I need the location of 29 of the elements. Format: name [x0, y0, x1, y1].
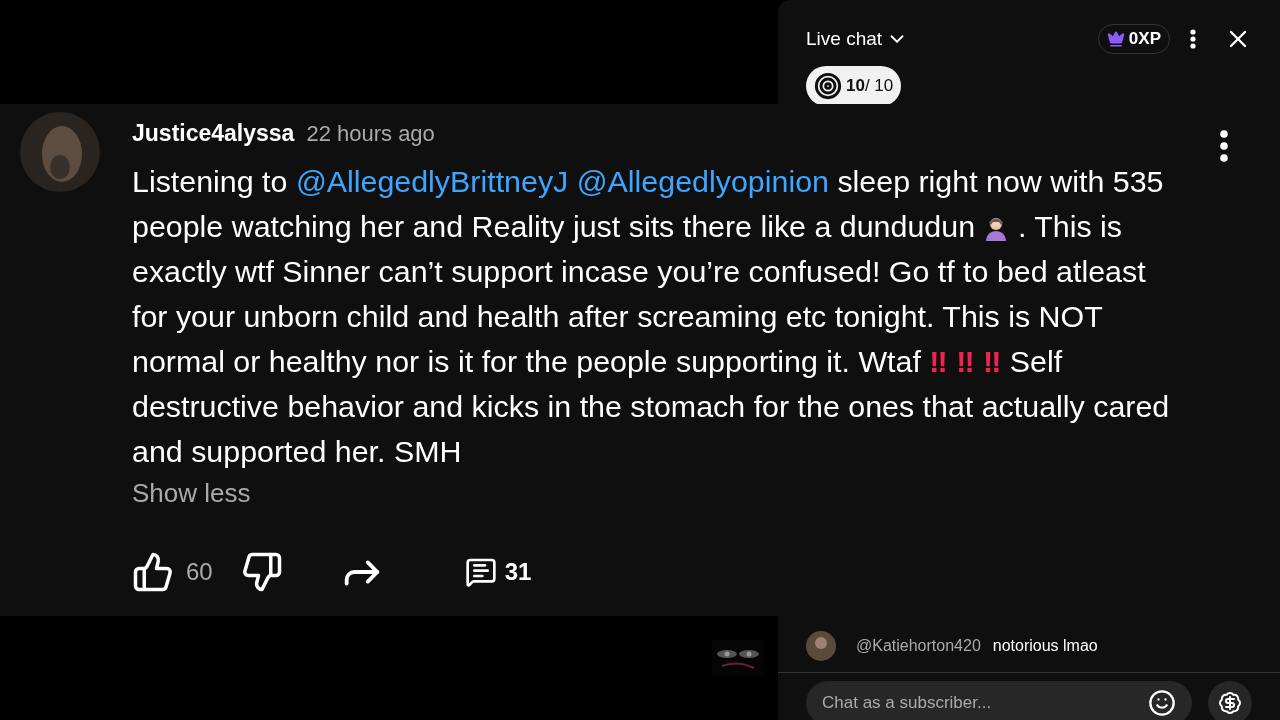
- dislike-button[interactable]: [240, 550, 283, 593]
- comment-author[interactable]: Justice4alyssa: [132, 116, 295, 151]
- chat-author[interactable]: @Katiehorton420: [856, 634, 981, 658]
- crown-icon: [1106, 30, 1125, 48]
- chat-message: notorious lmao: [992, 636, 1098, 656]
- chat-input[interactable]: Chat as a subscriber...: [806, 680, 1192, 720]
- comment-text: Listening to @AllegedlyBrittneyJ @Allegedlyopinion sleep right now with 535 people watching her and Reality just sits there like a dundudun . This is exactly wtf Sinner can’t support incase you’re confused! Go tf to bed atleast for your unborn child and health after screaming etc tonight. This is NOT normal or healthy nor is it for the people supporting it. Wtaf ‼ ‼ ‼ Self destructive behavior and kicks in the stomach for the ones that actually cared and supported her. SMH: [132, 162, 1171, 470]
- chat-mode-dropdown[interactable]: Live chat: [806, 24, 909, 54]
- thumbs-down-icon: [240, 550, 283, 593]
- double-exclamation-icon: ‼: [929, 343, 957, 378]
- target-icon: [814, 72, 842, 100]
- more-icon: [1190, 29, 1196, 49]
- replies-button[interactable]: 31: [464, 553, 532, 590]
- avatar: [806, 631, 836, 661]
- mention-link[interactable]: @Allegedlyopinion: [576, 163, 829, 198]
- super-chat-button[interactable]: [1208, 680, 1252, 720]
- more-button[interactable]: [1220, 130, 1228, 162]
- dollar-icon: [1218, 690, 1242, 715]
- double-exclamation-icon: ‼: [982, 343, 1002, 378]
- double-exclamation-icon: ‼: [956, 343, 983, 378]
- mention-link[interactable]: @AllegedlyBrittneyJ: [295, 163, 577, 198]
- like-button[interactable]: [132, 550, 174, 593]
- comment-time[interactable]: 22 hours ago: [306, 117, 435, 150]
- show-less-link[interactable]: Show less: [132, 473, 251, 513]
- chat-input-field[interactable]: Chat as a subscriber...: [822, 689, 1148, 716]
- like-count: 60: [186, 556, 213, 587]
- more-icon: [1220, 130, 1228, 162]
- thumbs-up-icon: [132, 550, 174, 593]
- emoji-icon: [1148, 688, 1176, 717]
